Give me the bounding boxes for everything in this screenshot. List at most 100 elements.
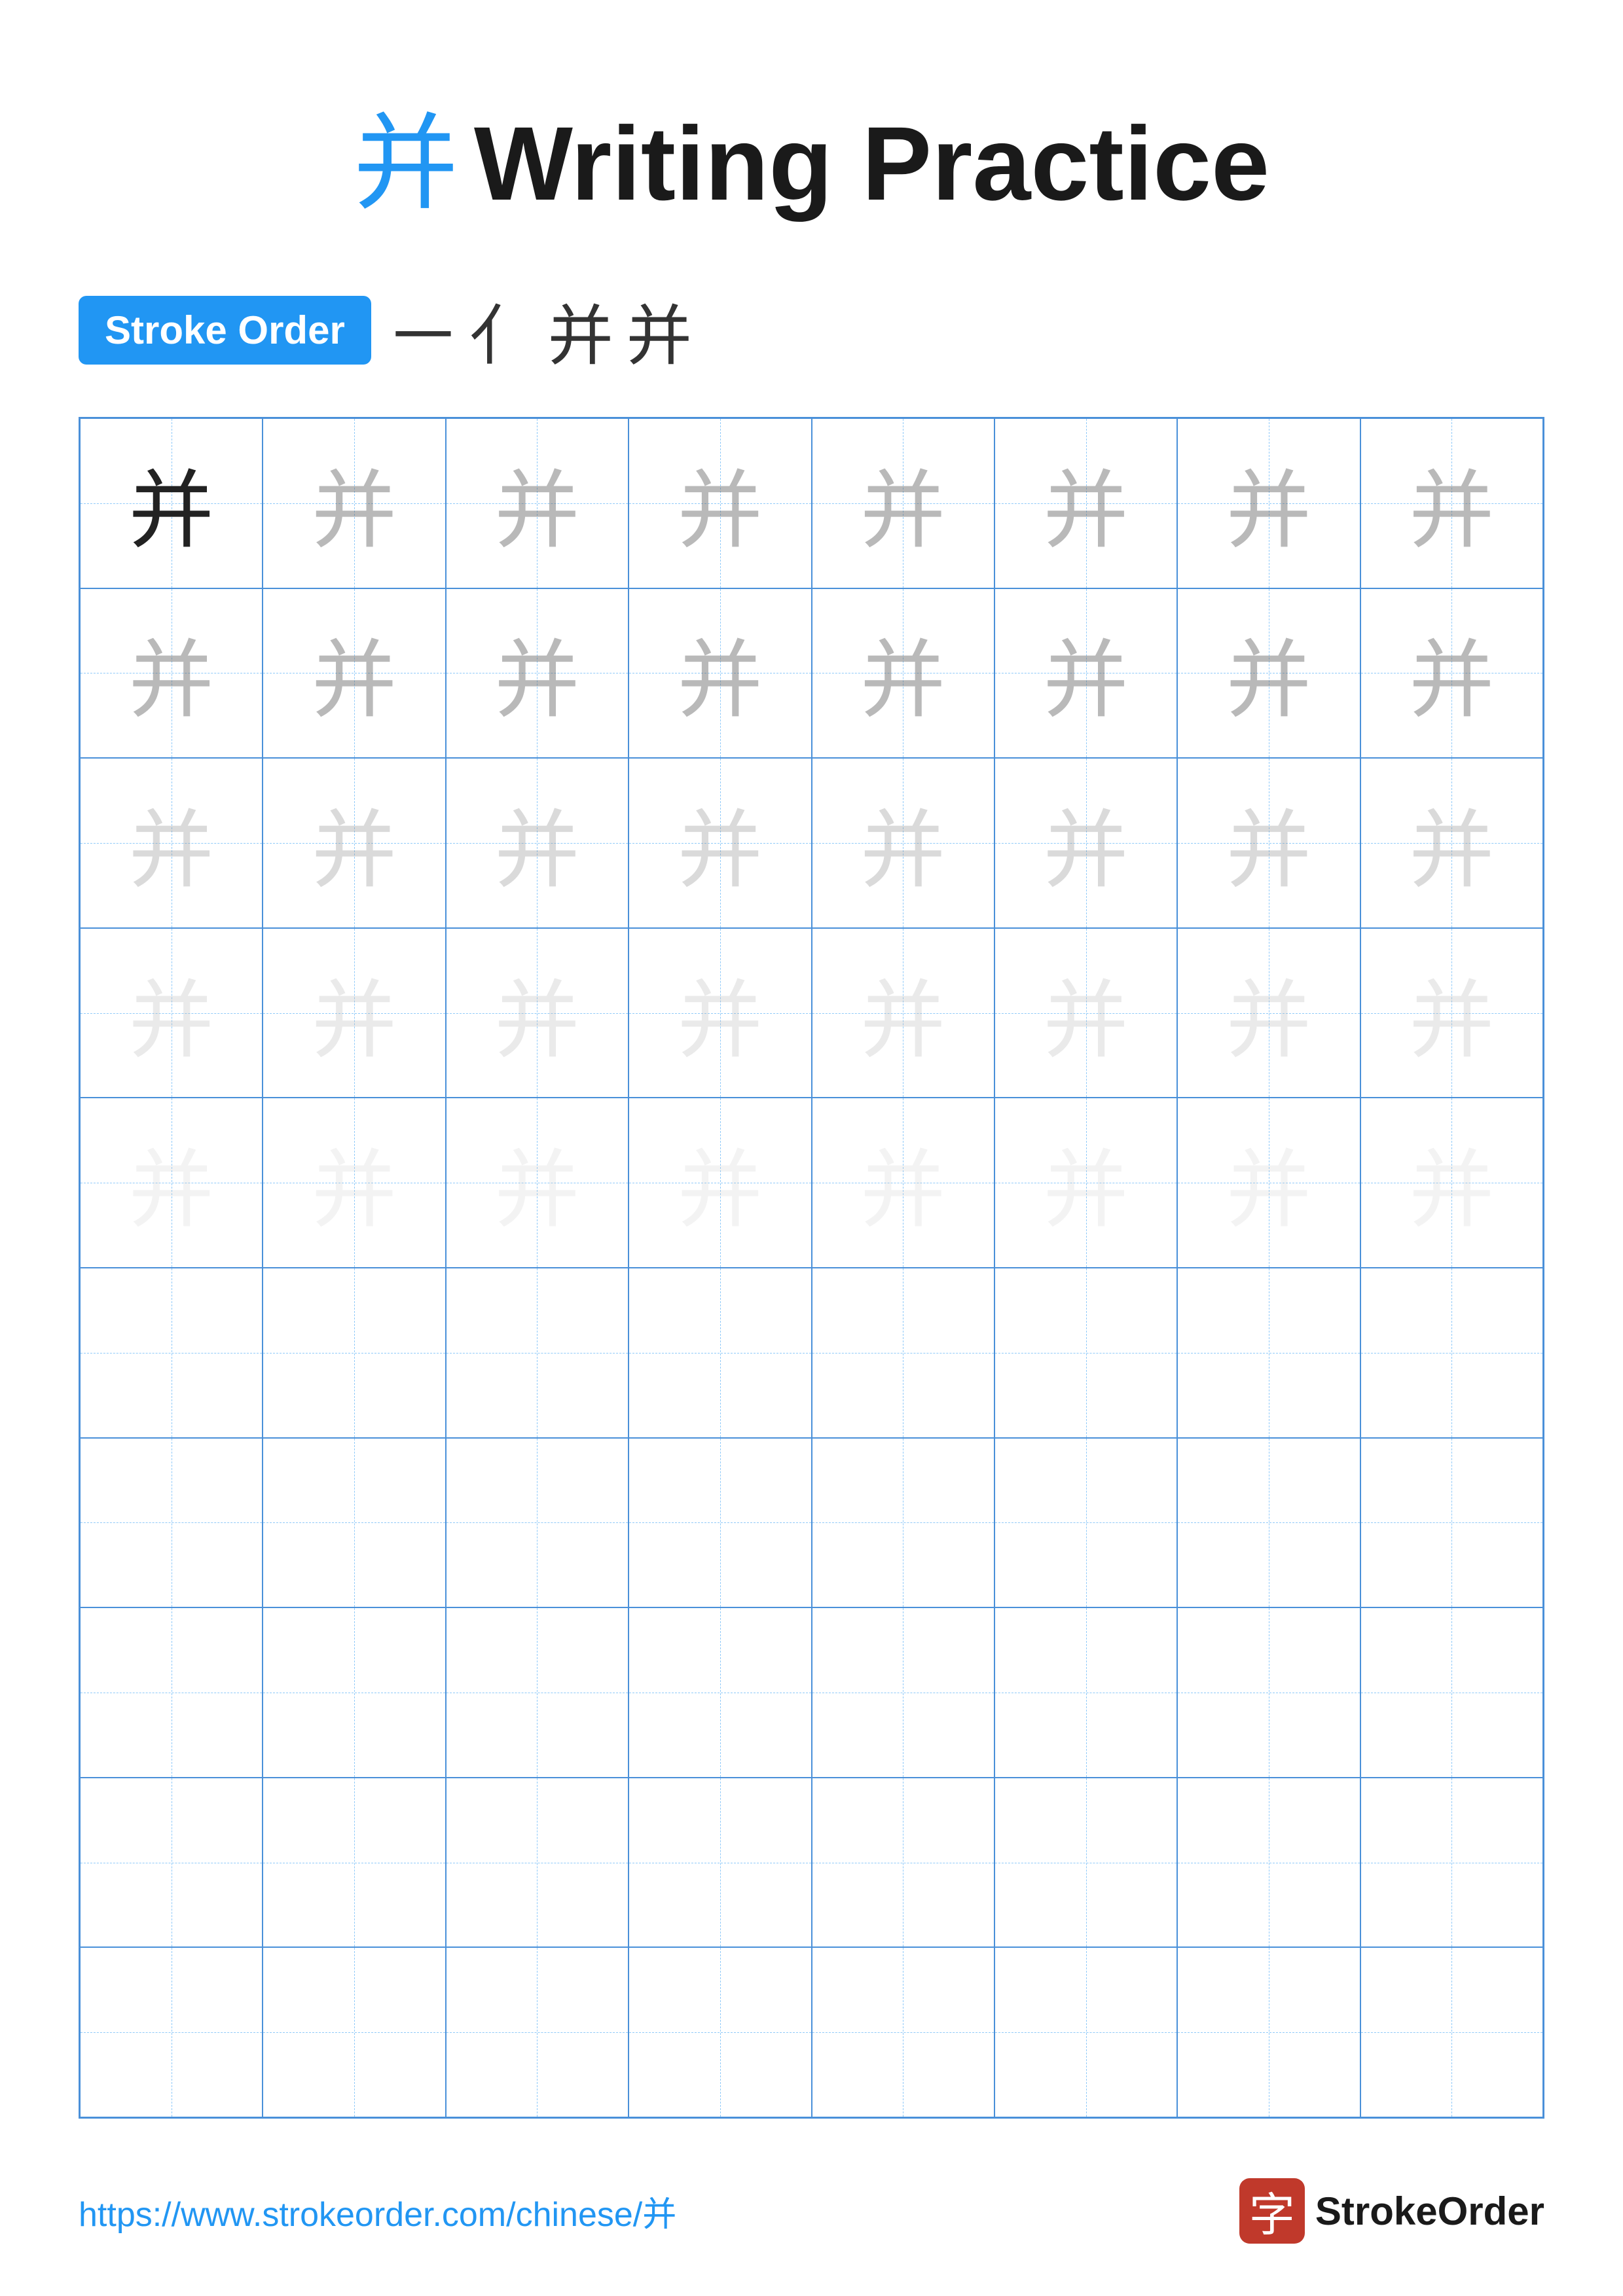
grid-cell[interactable]: 并 [1177, 928, 1360, 1098]
grid-cell[interactable]: 并 [1360, 588, 1543, 759]
grid-cell[interactable] [1177, 1438, 1360, 1608]
grid-cell[interactable]: 并 [263, 928, 445, 1098]
grid-cell[interactable] [812, 1438, 994, 1608]
grid-cell[interactable]: 并 [629, 588, 811, 759]
grid-cell[interactable] [80, 1947, 263, 2117]
stroke-1: ㇐ [391, 283, 456, 378]
practice-char: 并 [860, 1121, 945, 1244]
stroke-order-badge: Stroke Order [79, 296, 371, 365]
grid-cell[interactable] [446, 1268, 629, 1438]
grid-cell[interactable] [263, 1268, 445, 1438]
grid-cell[interactable] [1360, 1778, 1543, 1948]
grid-cell[interactable] [812, 1778, 994, 1948]
grid-cell[interactable]: 并 [994, 1098, 1177, 1268]
grid-cell[interactable]: 并 [446, 418, 629, 588]
grid-cell[interactable]: 并 [629, 928, 811, 1098]
footer-url[interactable]: https://www.strokeorder.com/chinese/并 [79, 2187, 676, 2236]
practice-char: 并 [312, 1121, 397, 1244]
grid-cell[interactable]: 并 [80, 1098, 263, 1268]
grid-cell[interactable] [1177, 1947, 1360, 2117]
grid-cell[interactable]: 并 [1360, 418, 1543, 588]
grid-cell[interactable]: 并 [994, 418, 1177, 588]
grid-cell[interactable]: 并 [446, 1098, 629, 1268]
grid-cell[interactable] [80, 1778, 263, 1948]
grid-cell[interactable] [629, 1947, 811, 2117]
practice-char: 并 [860, 952, 945, 1075]
grid-cell[interactable]: 并 [1360, 758, 1543, 928]
grid-cell[interactable] [1177, 1268, 1360, 1438]
grid-cell[interactable]: 并 [994, 928, 1177, 1098]
grid-cell[interactable]: 并 [812, 928, 994, 1098]
page: 并 Writing Practice Stroke Order ㇐ 亻 并 并 … [0, 0, 1623, 2296]
grid-cell[interactable]: 并 [812, 758, 994, 928]
grid-cell[interactable] [812, 1947, 994, 2117]
grid-cell[interactable]: 并 [629, 1098, 811, 1268]
grid-cell[interactable] [629, 1778, 811, 1948]
grid-cell[interactable]: 并 [812, 1098, 994, 1268]
practice-char: 并 [1226, 952, 1311, 1075]
grid-cell[interactable]: 并 [1177, 1098, 1360, 1268]
practice-char: 并 [860, 781, 945, 905]
grid-cell[interactable]: 并 [629, 758, 811, 928]
grid-cell[interactable] [994, 1607, 1177, 1778]
grid-cell[interactable] [1360, 1947, 1543, 2117]
grid-cell[interactable] [80, 1268, 263, 1438]
stroke-chars: ㇐ 亻 并 并 [391, 283, 692, 378]
grid-cell[interactable] [1360, 1607, 1543, 1778]
grid-cell[interactable]: 并 [812, 418, 994, 588]
grid-cell[interactable] [1177, 1607, 1360, 1778]
grid-cell[interactable]: 并 [446, 928, 629, 1098]
practice-grid[interactable]: 并并并并并并并并并并并并并并并并并并并并并并并并并并并并并并并并并并并并并并并并 [79, 417, 1544, 2119]
grid-cell[interactable]: 并 [629, 418, 811, 588]
grid-cell[interactable]: 并 [1360, 928, 1543, 1098]
grid-cell[interactable] [1360, 1268, 1543, 1438]
grid-cell[interactable]: 并 [446, 588, 629, 759]
grid-cell[interactable]: 并 [80, 758, 263, 928]
grid-cell[interactable] [1177, 1778, 1360, 1948]
grid-cell[interactable]: 并 [812, 588, 994, 759]
grid-cell[interactable]: 并 [263, 758, 445, 928]
grid-cell[interactable] [994, 1947, 1177, 2117]
grid-cell[interactable] [994, 1268, 1177, 1438]
grid-cell[interactable]: 并 [994, 758, 1177, 928]
grid-cell[interactable] [1360, 1438, 1543, 1608]
grid-cell[interactable]: 并 [1177, 758, 1360, 928]
grid-cell[interactable]: 并 [263, 588, 445, 759]
grid-cell[interactable]: 并 [446, 758, 629, 928]
practice-char: 并 [1226, 611, 1311, 734]
grid-cell[interactable] [263, 1947, 445, 2117]
grid-cell[interactable]: 并 [994, 588, 1177, 759]
footer-logo: 字 StrokeOrder [1239, 2178, 1544, 2244]
grid-cell[interactable] [263, 1438, 445, 1608]
grid-cell[interactable] [80, 1607, 263, 1778]
grid-cell[interactable]: 并 [1177, 588, 1360, 759]
grid-cell[interactable] [446, 1778, 629, 1948]
title-text: Writing Practice [474, 105, 1269, 222]
grid-cell[interactable] [446, 1607, 629, 1778]
grid-cell[interactable]: 并 [1360, 1098, 1543, 1268]
grid-cell[interactable] [812, 1607, 994, 1778]
grid-cell[interactable]: 并 [1177, 418, 1360, 588]
grid-cell[interactable] [446, 1947, 629, 2117]
grid-cell[interactable] [446, 1438, 629, 1608]
grid-cell[interactable] [812, 1268, 994, 1438]
grid-cell[interactable] [263, 1607, 445, 1778]
grid-cell[interactable] [629, 1438, 811, 1608]
grid-cell[interactable]: 并 [80, 588, 263, 759]
grid-cell[interactable]: 并 [80, 928, 263, 1098]
grid-cell[interactable]: 并 [263, 1098, 445, 1268]
practice-char: 并 [860, 611, 945, 734]
grid-cell[interactable] [629, 1268, 811, 1438]
grid-cell[interactable] [80, 1438, 263, 1608]
grid-cell[interactable]: 并 [263, 418, 445, 588]
grid-cell[interactable]: 并 [80, 418, 263, 588]
grid-cell[interactable] [263, 1778, 445, 1948]
practice-char: 并 [1226, 442, 1311, 565]
stroke-order-area: Stroke Order ㇐ 亻 并 并 [79, 283, 1544, 378]
practice-char: 并 [1409, 952, 1494, 1075]
grid-cell[interactable] [994, 1778, 1177, 1948]
practice-char: 并 [312, 442, 397, 565]
grid-cell[interactable] [994, 1438, 1177, 1608]
practice-char: 并 [678, 952, 763, 1075]
grid-cell[interactable] [629, 1607, 811, 1778]
